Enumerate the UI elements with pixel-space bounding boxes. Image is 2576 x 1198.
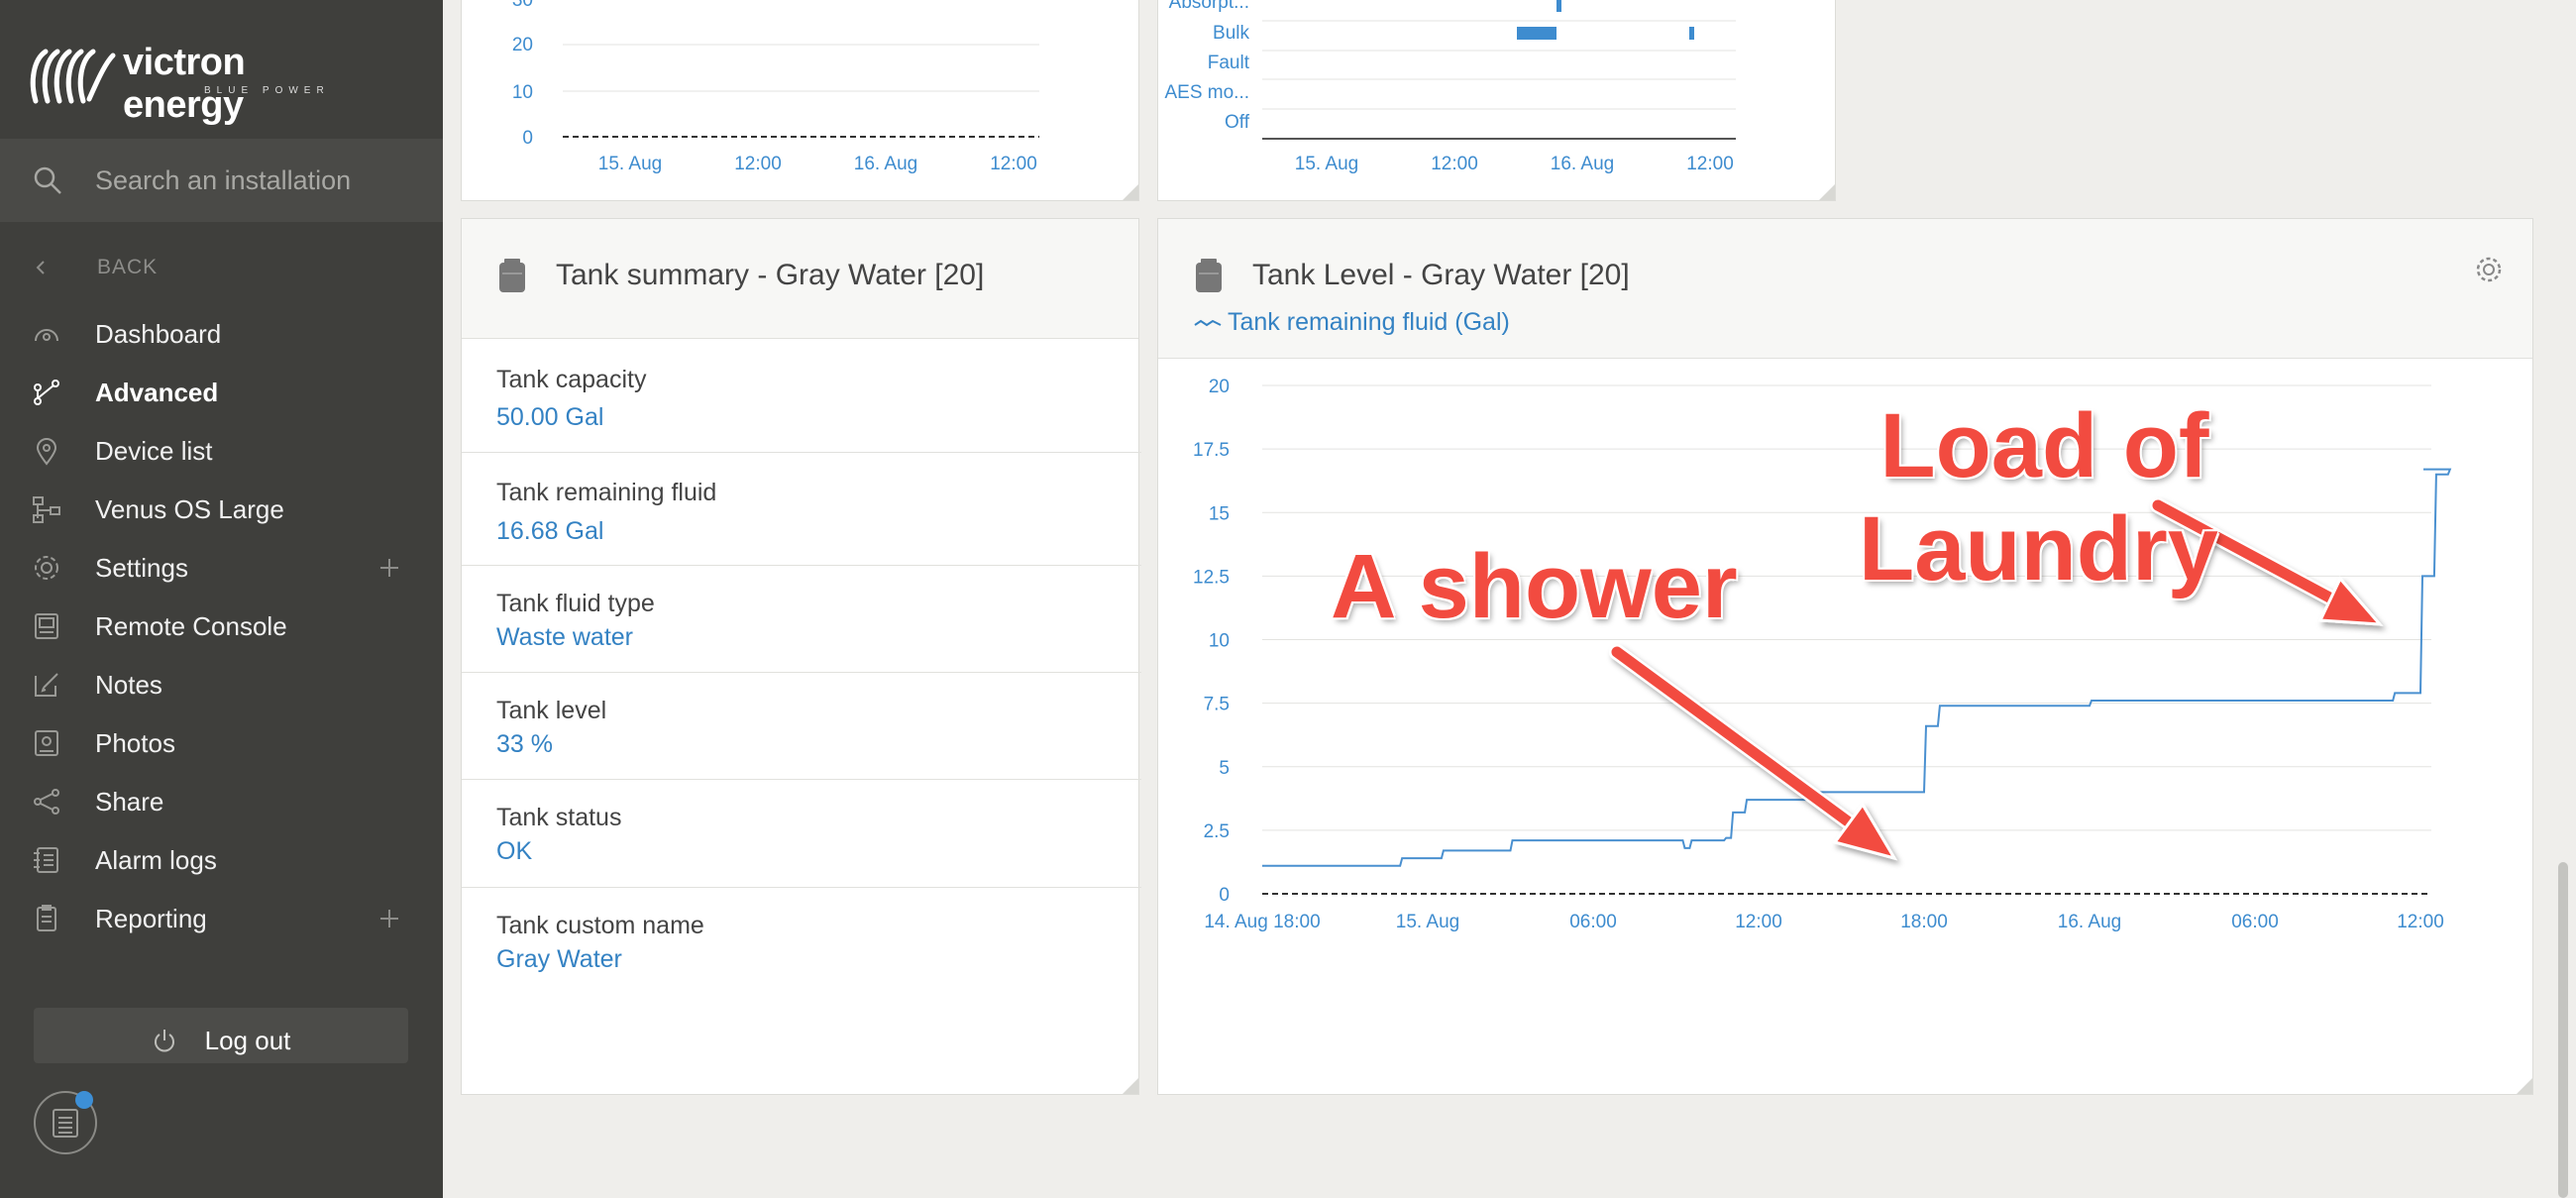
annotation-shower: A shower [1331, 536, 1738, 637]
page-scrollbar[interactable] [2558, 862, 2568, 1198]
annotation-laundry-line1: Load of [1879, 395, 2209, 496]
annotation-laundry: Load of Laundry [1859, 394, 2218, 600]
shower-arrow [1609, 644, 1898, 861]
annotation-laundry-line2: Laundry [1859, 498, 2218, 599]
